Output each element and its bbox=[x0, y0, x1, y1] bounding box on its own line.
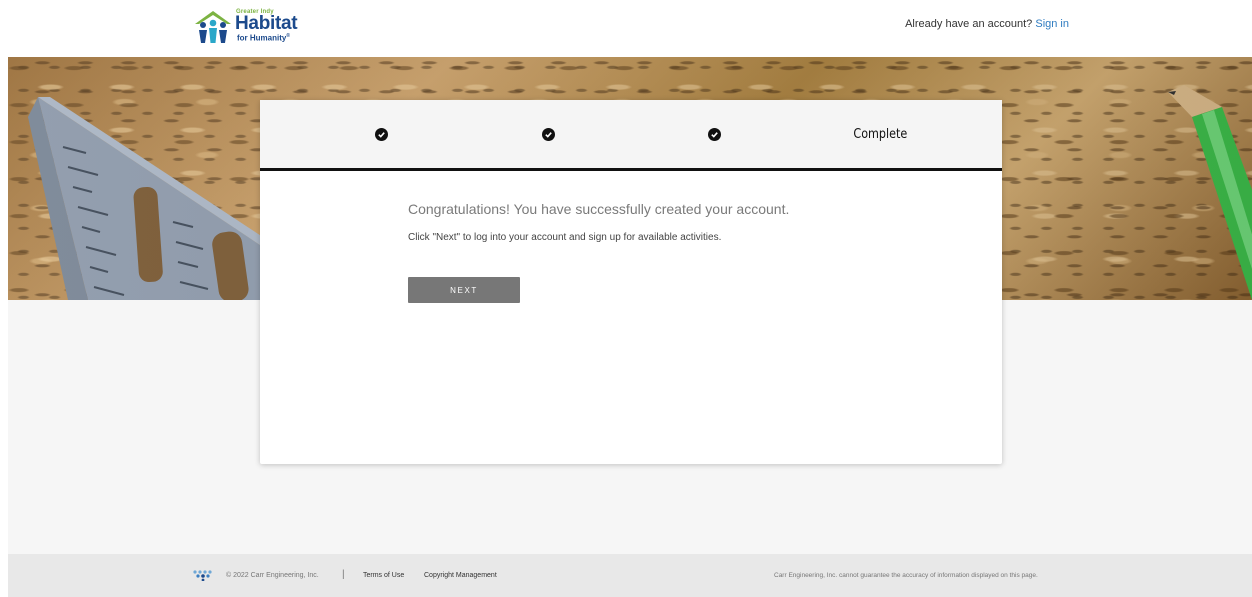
next-button[interactable]: NEXT bbox=[408, 277, 520, 303]
registration-card: Complete Congratulations! You have succe… bbox=[260, 100, 1002, 464]
step-3 bbox=[676, 100, 752, 168]
logo-wordmark: Habitat bbox=[235, 13, 298, 34]
site-header: Greater Indy Habitat for Humanity® Alrea… bbox=[0, 0, 1252, 57]
account-prompt-text: Already have an account? bbox=[905, 18, 1033, 30]
wizard-steps: Complete bbox=[260, 100, 1002, 171]
step-2 bbox=[510, 100, 586, 168]
footer-separator: | bbox=[342, 569, 345, 580]
check-circle-icon bbox=[541, 127, 555, 141]
habitat-house-people-icon bbox=[195, 11, 231, 43]
site-footer: © 2022 Carr Engineering, Inc. | Terms of… bbox=[8, 554, 1252, 597]
accuracy-disclaimer: Carr Engineering, Inc. cannot guarantee … bbox=[774, 572, 1038, 579]
sign-in-link[interactable]: Sign in bbox=[1035, 18, 1069, 30]
check-circle-icon bbox=[707, 127, 721, 141]
copyright-text: © 2022 Carr Engineering, Inc. bbox=[226, 572, 319, 579]
success-message: Congratulations! You have successfully c… bbox=[408, 201, 790, 217]
account-prompt: Already have an account? Sign in bbox=[905, 18, 1069, 30]
habitat-logo[interactable]: Greater Indy Habitat for Humanity® bbox=[193, 8, 313, 46]
next-instructions: Click "Next" to log into your account an… bbox=[408, 232, 722, 243]
terms-of-use-link[interactable]: Terms of Use bbox=[363, 572, 404, 579]
step-4-current: Complete bbox=[830, 100, 930, 168]
copyright-management-link[interactable]: Copyright Management bbox=[424, 572, 497, 579]
registered-mark: ® bbox=[286, 33, 291, 39]
check-circle-icon bbox=[374, 127, 388, 141]
carr-diamond-dots-icon bbox=[193, 570, 212, 581]
logo-subline: for Humanity® bbox=[237, 33, 291, 43]
step-1 bbox=[343, 100, 419, 168]
step-label-complete: Complete bbox=[853, 126, 907, 142]
